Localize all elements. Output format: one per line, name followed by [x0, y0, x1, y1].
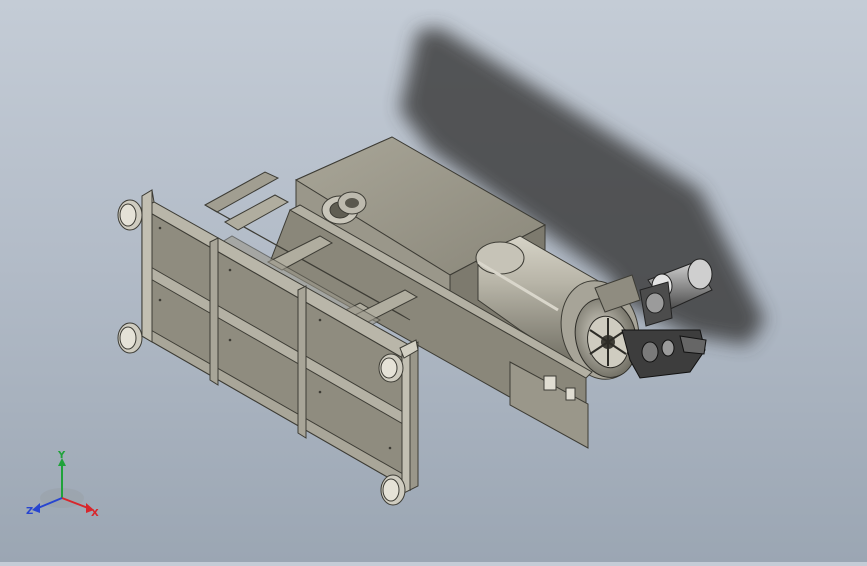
- caster-wheel-bottom-right: [380, 474, 406, 506]
- triad-graphic: Y X Z: [26, 450, 99, 519]
- caster-wheel-mid-right: [378, 353, 404, 383]
- orientation-triad[interactable]: Y X Z: [24, 448, 104, 520]
- y-axis-label: Y: [57, 450, 66, 461]
- 3d-viewport[interactable]: [0, 0, 867, 562]
- x-axis-label: X: [91, 508, 99, 519]
- caster-wheel-top-left: [117, 199, 143, 231]
- caster-wheel-bottom-left: [117, 322, 143, 354]
- z-axis-label: Z: [26, 506, 33, 517]
- cad-model-view: [117, 28, 765, 506]
